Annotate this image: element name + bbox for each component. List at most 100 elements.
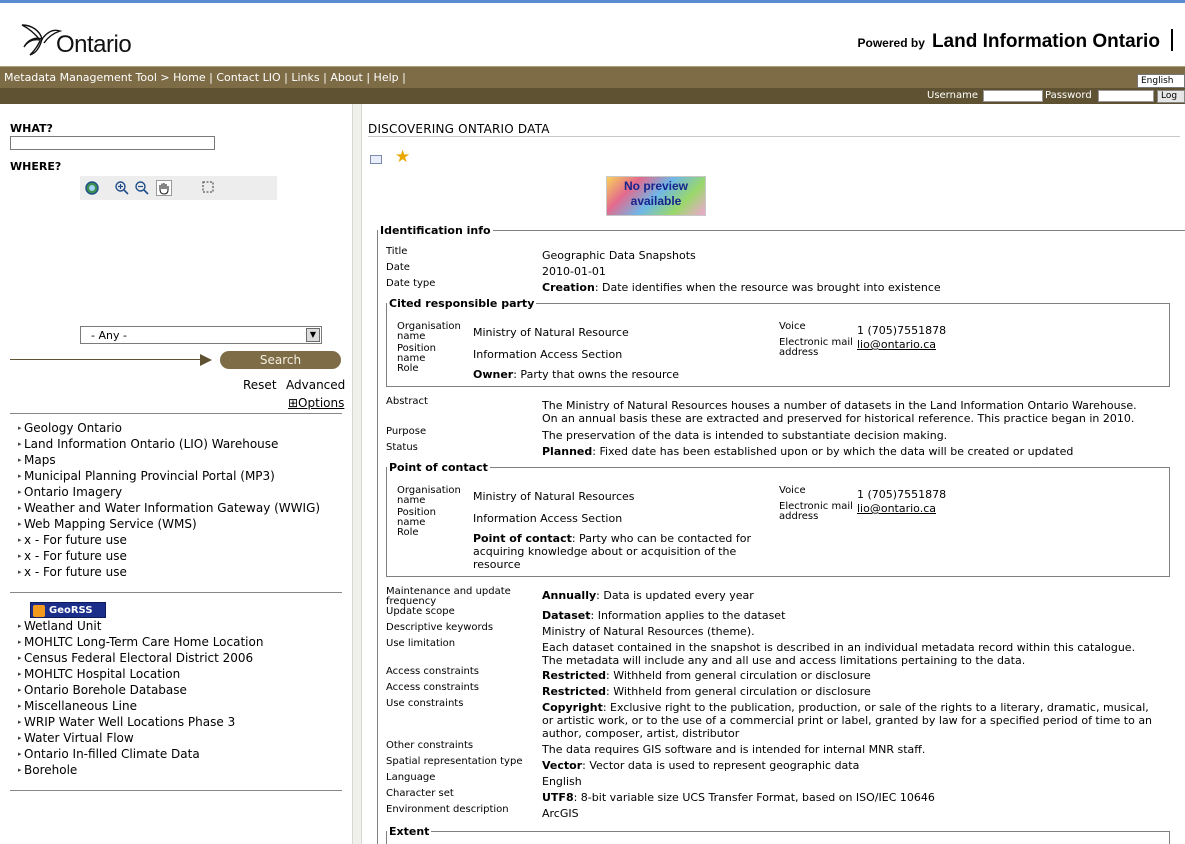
password-input[interactable]	[1098, 90, 1154, 102]
category-item[interactable]: ▸ x - For future use	[18, 564, 320, 580]
nav-link-links[interactable]: Links	[291, 71, 319, 84]
site-header: Ontario Powered by Land Information Onta…	[0, 0, 1185, 66]
georss-badge[interactable]: GeoRSS	[30, 602, 106, 618]
georss-item[interactable]: ▸ Ontario In-filled Climate Data	[18, 746, 263, 762]
select-box-icon[interactable]	[200, 180, 216, 196]
point-of-contact: Point of contact Organisation name Minis…	[386, 461, 1170, 577]
language-select[interactable]: English	[1137, 74, 1185, 88]
login-button[interactable]: Log	[1157, 90, 1185, 103]
mail-icon[interactable]	[370, 155, 382, 164]
username-label: Username	[927, 90, 978, 101]
search-button[interactable]: Search	[220, 351, 341, 369]
reset-link[interactable]: Reset	[243, 378, 277, 392]
bullet-icon: ▸	[18, 654, 22, 662]
nav-link-contact[interactable]: Contact LIO	[216, 71, 280, 84]
bullet-icon: ▸	[18, 750, 22, 758]
nav-link-about[interactable]: About	[330, 71, 363, 84]
category-item[interactable]: ▸ Web Mapping Service (WMS)	[18, 516, 320, 532]
bullet-icon: ▸	[18, 456, 22, 464]
georss-item[interactable]: ▸ MOHLTC Long-Term Care Home Location	[18, 634, 263, 650]
georss-item[interactable]: ▸ Miscellaneous Line	[18, 698, 263, 714]
georss-item[interactable]: ▸ Water Virtual Flow	[18, 730, 263, 746]
advanced-link[interactable]: Advanced	[286, 378, 345, 392]
divider	[10, 790, 342, 791]
cited-responsible-party: Cited responsible party Organisation nam…	[386, 297, 1170, 387]
georss-item[interactable]: ▸ MOHLTC Hospital Location	[18, 666, 263, 682]
chevron-down-icon[interactable]: ▼	[306, 328, 320, 342]
bullet-icon: ▸	[18, 766, 22, 774]
nav-links: Metadata Management Tool > Home | Contac…	[4, 71, 406, 84]
what-input[interactable]	[10, 136, 215, 150]
category-item[interactable]: ▸ Land Information Ontario (LIO) Warehous…	[18, 436, 320, 452]
bullet-icon: ▸	[18, 504, 22, 512]
username-input[interactable]	[983, 90, 1043, 102]
bullet-icon: ▸	[18, 670, 22, 678]
title-rule	[368, 136, 1180, 137]
georss-list: ▸ Wetland Unit ▸ MOHLTC Long-Term Care Hom…	[18, 618, 263, 778]
category-item[interactable]: ▸ Geology Ontario	[18, 420, 320, 436]
powered-brand: Land Information Ontario	[931, 31, 1160, 52]
georss-item[interactable]: ▸ Wetland Unit	[18, 618, 263, 634]
breadcrumb[interactable]: Metadata Management Tool > Home	[4, 71, 206, 84]
what-label: WHAT?	[10, 122, 53, 135]
category-item[interactable]: ▸ Ontario Imagery	[18, 484, 320, 500]
zoom-in-icon[interactable]	[114, 180, 130, 196]
preview-text: No preview available	[623, 179, 689, 208]
extent-legend: Extent	[389, 825, 430, 838]
category-item[interactable]: ▸ Municipal Planning Provincial Portal (M…	[18, 468, 320, 484]
bullet-icon: ▸	[18, 424, 22, 432]
bullet-icon: ▸	[18, 472, 22, 480]
georss-item[interactable]: ▸ WRIP Water Well Locations Phase 3	[18, 714, 263, 730]
arrow-right-icon	[200, 354, 212, 366]
extent: Extent	[386, 825, 1170, 844]
metadata-content: DISCOVERING ONTARIO DATA ★ No preview av…	[362, 104, 1185, 844]
header-separator	[1171, 29, 1173, 51]
bullet-icon: ▸	[18, 440, 22, 448]
bullet-icon: ▸	[18, 568, 22, 576]
cited-email-link[interactable]: lio@ontario.ca	[857, 338, 936, 351]
preview-thumbnail: No preview available	[606, 176, 706, 216]
search-panel: WHAT? WHERE? - Any - ▼ Search Reset Adva…	[0, 104, 352, 844]
bullet-icon: ▸	[18, 520, 22, 528]
georss-badge-label: GeoRSS	[49, 605, 93, 616]
divider	[10, 592, 342, 593]
globe-icon[interactable]	[84, 180, 100, 196]
bullet-icon: ▸	[18, 686, 22, 694]
password-label: Password	[1045, 90, 1092, 101]
page-title: DISCOVERING ONTARIO DATA	[368, 122, 550, 136]
options-link[interactable]: ⊞Options	[288, 396, 344, 410]
divider	[10, 413, 342, 414]
logo-text: Ontario	[56, 31, 132, 58]
region-select[interactable]: - Any - ▼	[80, 326, 322, 344]
identification-info: Identification info Title Geographic Dat…	[377, 224, 1185, 844]
category-item[interactable]: ▸ Weather and Water Information Gateway (…	[18, 500, 320, 516]
bullet-icon: ▸	[18, 702, 22, 710]
pan-hand-icon[interactable]	[156, 180, 172, 196]
map-toolbar	[80, 176, 277, 200]
nav-link-help[interactable]: Help	[374, 71, 399, 84]
georss-item[interactable]: ▸ Census Federal Electoral District 2006	[18, 650, 263, 666]
rss-icon	[33, 605, 45, 617]
region-select-value: - Any -	[91, 329, 127, 342]
poc-email-link[interactable]: lio@ontario.ca	[857, 502, 936, 515]
zoom-out-icon[interactable]	[134, 180, 150, 196]
category-item[interactable]: ▸ Maps	[18, 452, 320, 468]
bullet-icon: ▸	[18, 536, 22, 544]
ontario-logo[interactable]: Ontario	[18, 17, 148, 61]
login-bar: Username Password Log	[0, 88, 1185, 104]
panel-splitter[interactable]	[352, 104, 362, 844]
georss-item[interactable]: ▸ Ontario Borehole Database	[18, 682, 263, 698]
star-icon[interactable]: ★	[395, 148, 410, 166]
georss-item[interactable]: ▸ Borehole	[18, 762, 263, 778]
point-of-contact-legend: Point of contact	[389, 461, 488, 474]
identification-info-legend: Identification info	[380, 224, 491, 237]
cited-party-legend: Cited responsible party	[389, 297, 535, 310]
search-arrow-line	[10, 359, 208, 360]
category-item[interactable]: ▸ x - For future use	[18, 532, 320, 548]
bullet-icon: ▸	[18, 638, 22, 646]
nav-bar: Metadata Management Tool > Home | Contac…	[0, 66, 1185, 88]
bullet-icon: ▸	[18, 718, 22, 726]
bullet-icon: ▸	[18, 734, 22, 742]
bullet-icon: ▸	[18, 488, 22, 496]
category-item[interactable]: ▸ x - For future use	[18, 548, 320, 564]
